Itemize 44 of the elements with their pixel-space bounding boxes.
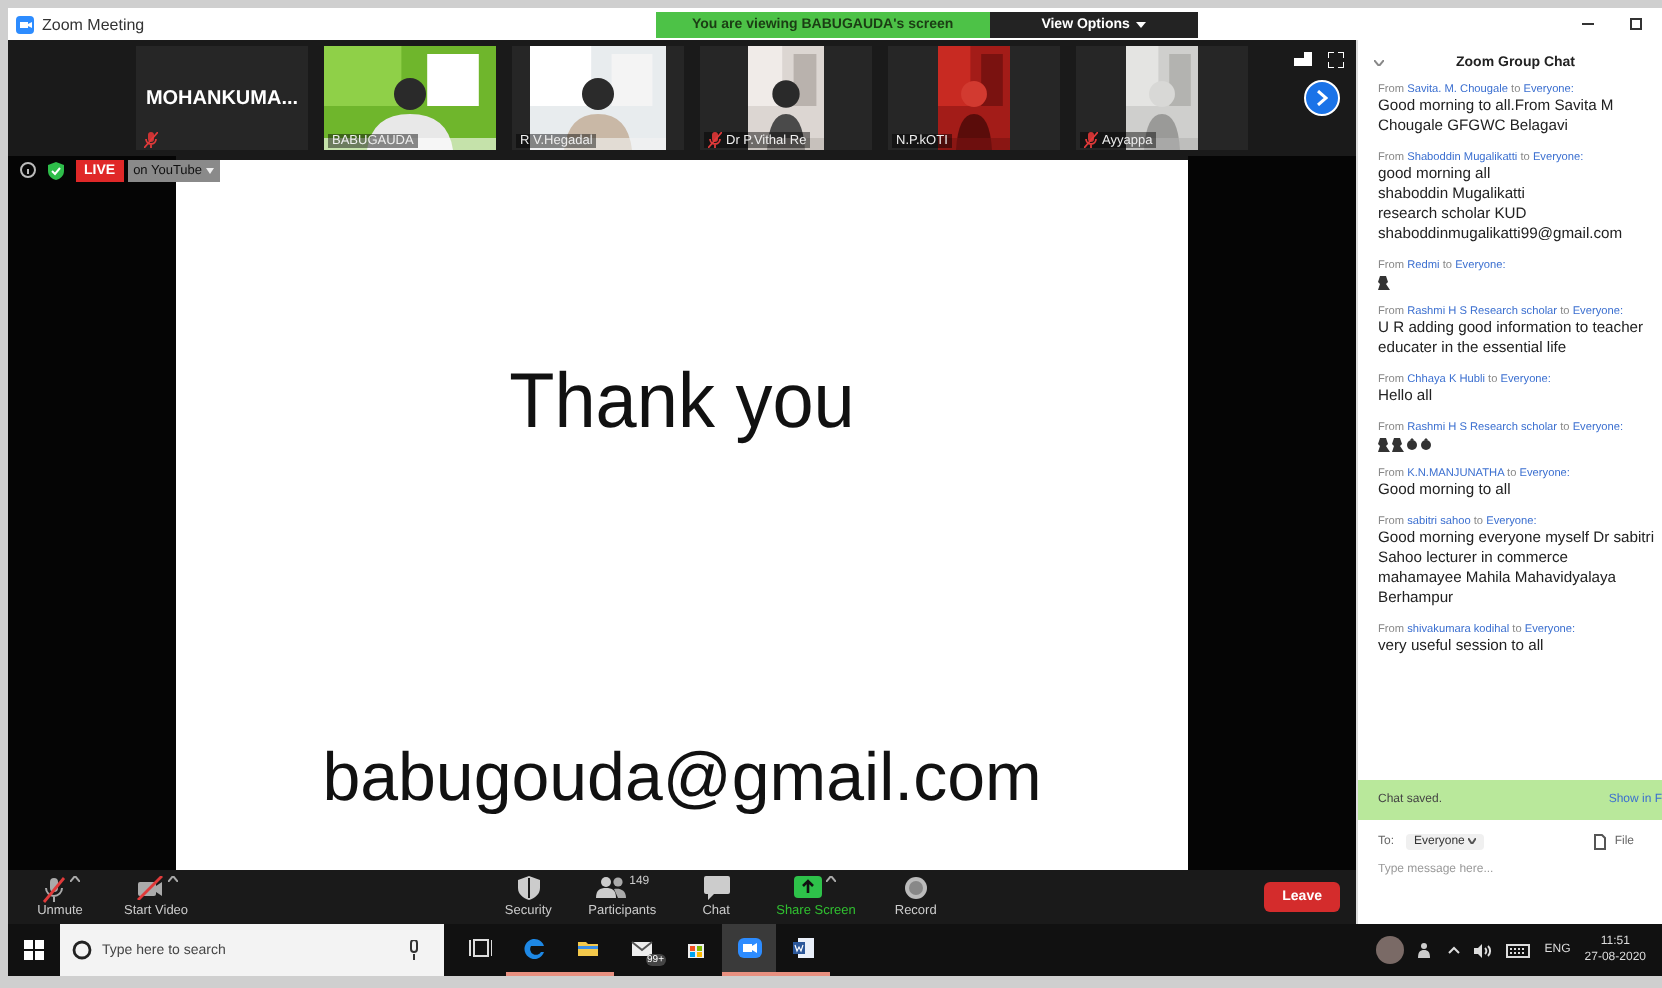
emoji-icon bbox=[1378, 276, 1390, 290]
caret-icon bbox=[205, 167, 214, 173]
taskbar-app[interactable] bbox=[722, 924, 776, 976]
record-icon bbox=[903, 876, 928, 900]
search-icon bbox=[72, 940, 92, 960]
slide-email: babugouda@gmail.com bbox=[322, 740, 1042, 818]
caret-up-icon[interactable] bbox=[826, 876, 837, 882]
microphone-icon[interactable] bbox=[408, 940, 420, 960]
document-icon bbox=[791, 936, 815, 960]
minimize-icon[interactable] bbox=[1582, 18, 1594, 30]
collapse-icon[interactable] bbox=[1374, 59, 1384, 65]
window-title: Zoom Meeting bbox=[42, 15, 145, 33]
caret-up-icon[interactable] bbox=[167, 876, 178, 882]
video-camera-icon bbox=[737, 936, 761, 960]
keyboard-icon[interactable] bbox=[1506, 943, 1531, 957]
participant-tile[interactable]: MOHANKUMA... bbox=[136, 46, 308, 150]
user-avatar[interactable] bbox=[1376, 936, 1405, 964]
folder-icon bbox=[575, 936, 599, 960]
shield-icon bbox=[517, 876, 540, 900]
muted-mic-icon bbox=[41, 876, 65, 904]
maximize-icon[interactable] bbox=[1630, 18, 1642, 30]
participant-name: MOHANKUMA... bbox=[145, 87, 299, 109]
caret-up-icon[interactable] bbox=[69, 876, 79, 882]
app-icon bbox=[16, 15, 34, 33]
people-icon bbox=[595, 876, 626, 898]
layout-icon[interactable] bbox=[1294, 52, 1312, 66]
chevron-up-icon[interactable] bbox=[1448, 946, 1461, 954]
task-view-icon bbox=[467, 936, 491, 960]
next-page-button[interactable] bbox=[1304, 80, 1340, 116]
windows-icon[interactable] bbox=[24, 940, 44, 960]
chevron-right-icon bbox=[1316, 90, 1328, 106]
video-off-icon bbox=[135, 876, 164, 900]
info-icon[interactable] bbox=[20, 162, 36, 178]
browser-icon bbox=[521, 936, 545, 960]
fullscreen-icon[interactable] bbox=[1328, 52, 1344, 68]
caret-icon bbox=[1468, 838, 1477, 844]
chat-icon bbox=[703, 876, 730, 900]
caret-icon bbox=[1135, 22, 1146, 28]
shield-icon bbox=[48, 161, 64, 179]
speaker-icon[interactable] bbox=[1474, 943, 1493, 957]
file-icon bbox=[1594, 834, 1607, 850]
person-icon[interactable] bbox=[1418, 942, 1435, 958]
share-screen-icon bbox=[794, 876, 823, 898]
slide-heading: Thank you bbox=[509, 357, 855, 447]
